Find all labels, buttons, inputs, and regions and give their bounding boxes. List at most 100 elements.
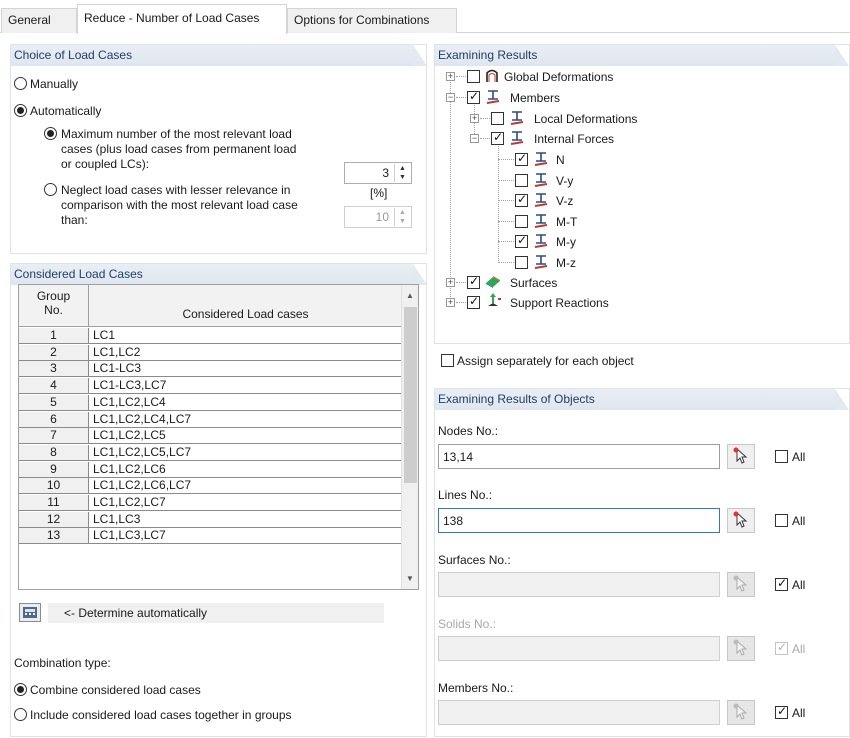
load-cases-cell[interactable]: LC1,LC3,LC7 [93,528,166,543]
mz-label: M-z [556,256,576,270]
n-label: N [556,153,565,167]
load-cases-cell[interactable]: LC1,LC2,LC7 [93,495,166,510]
scroll-down-icon[interactable]: ▼ [406,574,414,583]
load-cases-cell[interactable]: LC1-LC3,LC7 [93,378,166,393]
expand-support-reactions-icon[interactable]: + [446,298,455,307]
members-all-checkbox[interactable] [775,704,788,719]
vz-checkbox[interactable] [515,192,528,207]
table-row[interactable]: 3 LC1-LC3 [19,361,402,378]
max-number-value: 3 [382,166,389,180]
load-cases-cell[interactable]: LC1,LC2,LC5 [93,428,166,443]
lines-field[interactable]: 138 [438,508,720,533]
global-deformations-checkbox[interactable] [467,70,480,83]
mz-checkbox[interactable] [515,256,528,269]
tab-options-for-combinations[interactable]: Options for Combinations [287,8,457,33]
table-row[interactable]: 4 LC1-LC3,LC7 [19,378,402,395]
lines-pick-button[interactable] [727,508,755,533]
table-row[interactable]: 9 LC1,LC2,LC6 [19,461,402,478]
load-cases-cell[interactable]: LC1,LC2,LC4 [93,395,166,410]
automatically-radio[interactable] [14,104,27,117]
neglect-stepper[interactable]: 10 ▲ ▼ [344,206,412,228]
considered-load-cases-table[interactable]: Group No. Considered Load cases 1 LC1 2 LC1… [18,284,419,590]
nodes-pick-button[interactable] [727,444,755,469]
percent-unit: [%] [370,186,388,200]
tab-reduce-number-of-load-cases[interactable]: Reduce - Number of Load Cases [77,4,287,34]
determine-automatically-button[interactable] [19,603,41,622]
expand-surfaces-icon[interactable]: + [446,278,455,287]
collapse-internal-forces-icon[interactable]: − [470,134,479,143]
solids-pick-button[interactable] [727,636,755,661]
surfaces-field[interactable] [438,572,720,597]
load-cases-cell[interactable]: LC1-LC3 [93,361,141,376]
nodes-field[interactable]: 13,14 [438,444,720,469]
tab-general[interactable]: General [1,8,77,33]
surfaces-all-checkbox[interactable] [775,576,788,591]
assign-separately-checkbox[interactable] [441,354,454,367]
include-groups-radio[interactable] [14,708,27,721]
load-cases-cell[interactable]: LC1,LC2,LC6,LC7 [93,478,191,493]
internal-forces-checkbox[interactable] [491,130,504,145]
table-row[interactable]: 7 LC1,LC2,LC5 [19,428,402,445]
members-checkbox[interactable] [467,89,480,104]
vy-checkbox[interactable] [515,174,528,187]
my-checkbox[interactable] [515,233,528,248]
group-no-header: Group No. [19,285,89,326]
support-reactions-label: Support Reactions [510,296,609,310]
my-label: M-y [556,235,576,249]
stepper-down-icon[interactable]: ▼ [395,217,410,226]
objects-header: Examining Results of Objects [435,389,849,410]
vy-label: V-y [556,174,574,188]
table-row[interactable]: 8 LC1,LC2,LC5,LC7 [19,444,402,461]
pick-cursor-icon [733,639,748,656]
stepper-up-icon[interactable]: ▲ [395,164,410,173]
table-scrollbar[interactable]: ▲ ▼ [401,285,418,589]
expand-local-deformations-icon[interactable]: + [470,114,479,123]
members-pick-button[interactable] [727,700,755,725]
n-checkbox[interactable] [515,151,528,166]
table-row[interactable]: 11 LC1,LC2,LC7 [19,495,402,511]
neglect-radio[interactable] [44,183,57,196]
group-no-cell: 13 [19,528,89,544]
table-row[interactable]: 10 LC1,LC2,LC6,LC7 [19,478,402,495]
stepper-down-icon[interactable]: ▼ [395,173,410,182]
table-row[interactable]: 2 LC1,LC2 [19,344,402,361]
manually-radio[interactable] [14,77,27,90]
load-cases-cell[interactable]: LC1,LC2,LC6 [93,462,166,477]
nodes-all-checkbox[interactable] [775,450,788,463]
member-icon [534,214,548,228]
solids-all-checkbox[interactable] [775,640,788,655]
automatically-label: Automatically [30,104,102,118]
scroll-thumb[interactable] [404,307,417,483]
surfaces-pick-button[interactable] [727,572,755,597]
table-row[interactable]: 1 LC1 [19,328,402,344]
table-row[interactable]: 13 LC1,LC3,LC7 [19,528,402,545]
local-deformations-checkbox[interactable] [491,112,504,125]
table-row[interactable]: 6 LC1,LC2,LC4,LC7 [19,411,402,428]
global-deformation-icon [486,69,498,82]
combine-radio[interactable] [14,683,27,696]
lines-all-checkbox[interactable] [775,514,788,527]
load-cases-cell[interactable]: LC1,LC2 [93,345,140,360]
table-row[interactable]: 5 LC1,LC2,LC4 [19,394,402,411]
expand-global-deformations-icon[interactable]: + [446,72,455,81]
calculator-icon [23,607,37,618]
load-cases-cell[interactable]: LC1 [93,328,115,343]
load-cases-cell[interactable]: LC1,LC2,LC4,LC7 [93,412,191,427]
choice-header: Choice of Load Cases [11,45,427,66]
solids-field[interactable] [438,636,720,661]
mt-checkbox[interactable] [515,215,528,228]
group-no-cell: 5 [19,394,89,410]
collapse-members-icon[interactable]: − [446,93,455,102]
pick-cursor-icon [733,703,748,720]
support-reactions-checkbox[interactable] [467,294,480,309]
maximum-number-radio[interactable] [44,127,57,140]
table-row[interactable]: 12 LC1,LC3 [19,511,402,528]
load-cases-cell[interactable]: LC1,LC2,LC5,LC7 [93,445,191,460]
load-cases-cell[interactable]: LC1,LC3 [93,512,140,527]
members-field[interactable] [438,700,720,725]
surfaces-checkbox[interactable] [467,274,480,289]
scroll-up-icon[interactable]: ▲ [406,291,414,300]
max-number-stepper[interactable]: 3 ▲ ▼ [344,162,412,184]
considered-lc-header: Considered Load cases [182,307,309,321]
stepper-up-icon[interactable]: ▲ [395,208,410,217]
